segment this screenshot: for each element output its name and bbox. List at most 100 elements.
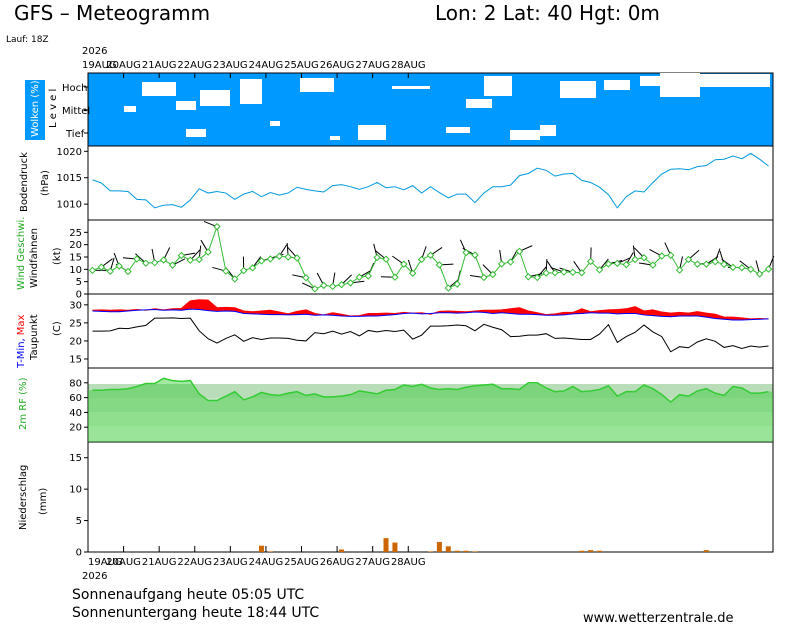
precip-bar-56 [588, 550, 594, 552]
wind-point-2 [106, 267, 114, 276]
precip-bar-33 [383, 538, 389, 552]
humidity-tick-label-1: 60 [69, 393, 82, 404]
sunrise-text: Sonnenaufgang heute 05:05 UTC [72, 587, 304, 603]
wind-point-21 [275, 252, 283, 260]
humidity-tick-label-3: 20 [69, 423, 82, 434]
pressure-panel [87, 145, 774, 221]
year-label-bottom: 2026 [82, 571, 107, 582]
precip-bar-34 [392, 542, 398, 552]
cloud-level-word: L e v e l [48, 89, 59, 128]
precip-series [258, 538, 709, 552]
date-label-bottom-9: 28AUG [391, 557, 426, 568]
cloud-ylabel: Wolken (%) [30, 80, 41, 137]
wind-point-61 [631, 255, 639, 264]
wind-point-42 [462, 248, 470, 257]
cloud-gap-0 [142, 82, 176, 96]
wind-point-3 [115, 262, 123, 270]
cloud-level-high: Hoch [62, 83, 87, 94]
cloud-gap-18 [270, 121, 280, 126]
dewpoint-line [92, 317, 769, 353]
wind-point-60 [622, 260, 630, 269]
temp-tick-label-2: 20 [69, 336, 82, 347]
precip-bar-28 [339, 549, 345, 552]
precip-bar-38 [428, 551, 433, 552]
precip-bar-41 [454, 550, 460, 552]
cloud-gap-1 [200, 90, 230, 106]
wind-point-44 [480, 273, 488, 282]
date-label-bottom-1: 20AUG [106, 557, 141, 568]
wind-speed-series [88, 222, 773, 293]
wind-point-34 [391, 273, 399, 281]
date-label-top-8: 27AUG [355, 60, 390, 71]
date-label-top-2: 21AUG [142, 60, 177, 71]
date-label-bottom-2: 21AUG [142, 557, 177, 568]
wind-point-54 [569, 268, 577, 277]
date-label-bottom-6: 25AUG [284, 557, 319, 568]
wind-point-26 [320, 281, 328, 290]
wind-point-4 [124, 267, 132, 276]
sunset-text: Sonnenuntergang heute 18:44 UTC [72, 605, 319, 621]
temperature-series [92, 299, 769, 353]
wind-ylabel: Wind Geschwi. [16, 217, 27, 290]
wind-point-37 [417, 255, 426, 264]
humidity-tick-label-2: 40 [69, 408, 82, 419]
precip-bar-20 [267, 551, 273, 552]
wind-point-76 [764, 265, 773, 273]
date-label-top-3: 22AUG [177, 60, 212, 71]
pressure-series [92, 152, 769, 209]
cloud-gap-20 [446, 127, 470, 133]
cloud-gap-17 [186, 129, 206, 137]
date-label-top-4: 23AUG [213, 60, 248, 71]
cloud-level-labels: Wolken (%) L e v e l Hoch Mittel Tief [25, 80, 90, 140]
pressure-tick-label-2: 1010 [57, 200, 82, 211]
precip-bar-42 [463, 550, 469, 552]
run-label: Lauf: 18Z [6, 35, 49, 45]
wind-point-51 [542, 269, 550, 277]
wind-point-65 [666, 251, 675, 259]
temp-tick-label-0: 30 [69, 300, 82, 311]
cloud-gap-2 [176, 101, 196, 110]
wind-tick-label-2: 15 [69, 253, 82, 264]
wind-point-8 [159, 256, 168, 264]
cloud-gap-13 [660, 73, 700, 97]
cloud-gap-19 [330, 136, 340, 140]
temp-unit: (C) [52, 321, 63, 336]
wind-point-27 [328, 282, 337, 291]
cloud-gap-10 [560, 81, 596, 98]
year-label-top: 2026 [82, 46, 107, 57]
wind-point-29 [346, 279, 355, 287]
date-label-bottom-3: 22AUG [177, 557, 212, 568]
pressure-line [92, 152, 769, 209]
cloud-gap-11 [604, 80, 630, 90]
dewpoint-ylabel: Taupunkt [29, 314, 40, 361]
wind-point-68 [693, 260, 702, 268]
date-label-top-6: 25AUG [284, 60, 319, 71]
wind-point-30 [355, 273, 364, 281]
precip-bar-19 [258, 545, 264, 552]
wind-point-31 [364, 272, 372, 280]
pressure-unit: (hPa) [40, 170, 51, 196]
precip-bar-39 [436, 541, 442, 552]
cloud-gap-14 [700, 74, 770, 87]
wind-point-43 [471, 251, 479, 259]
wind-point-69 [702, 260, 710, 268]
temp-tick-label-3: 15 [69, 354, 82, 365]
wind-tick-label-0: 25 [69, 228, 82, 239]
date-label-top-7: 26AUG [320, 60, 355, 71]
wind-point-75 [755, 270, 764, 278]
wind-tick-label-1: 20 [69, 240, 82, 251]
precip-tick-label-1: 10 [69, 485, 82, 496]
wind-point-0 [88, 266, 97, 275]
date-label-bottom-5: 24AUG [249, 557, 284, 568]
wind-ylabel-2: Windfahnen [29, 228, 40, 288]
precip-ylabel: Niederschlag [18, 465, 29, 530]
wind-point-73 [738, 263, 746, 272]
source-link[interactable]: www.wetterzentrale.de [583, 611, 733, 625]
precip-bar-43 [472, 551, 478, 552]
precip-bar-69 [703, 550, 709, 552]
precip-bar-55 [579, 550, 585, 552]
wind-tick-label-3: 10 [69, 265, 82, 276]
precip-tick-label-0: 15 [69, 453, 82, 464]
wind-point-7 [151, 258, 159, 267]
temp-ylabel-min: T-Min, [16, 338, 27, 369]
